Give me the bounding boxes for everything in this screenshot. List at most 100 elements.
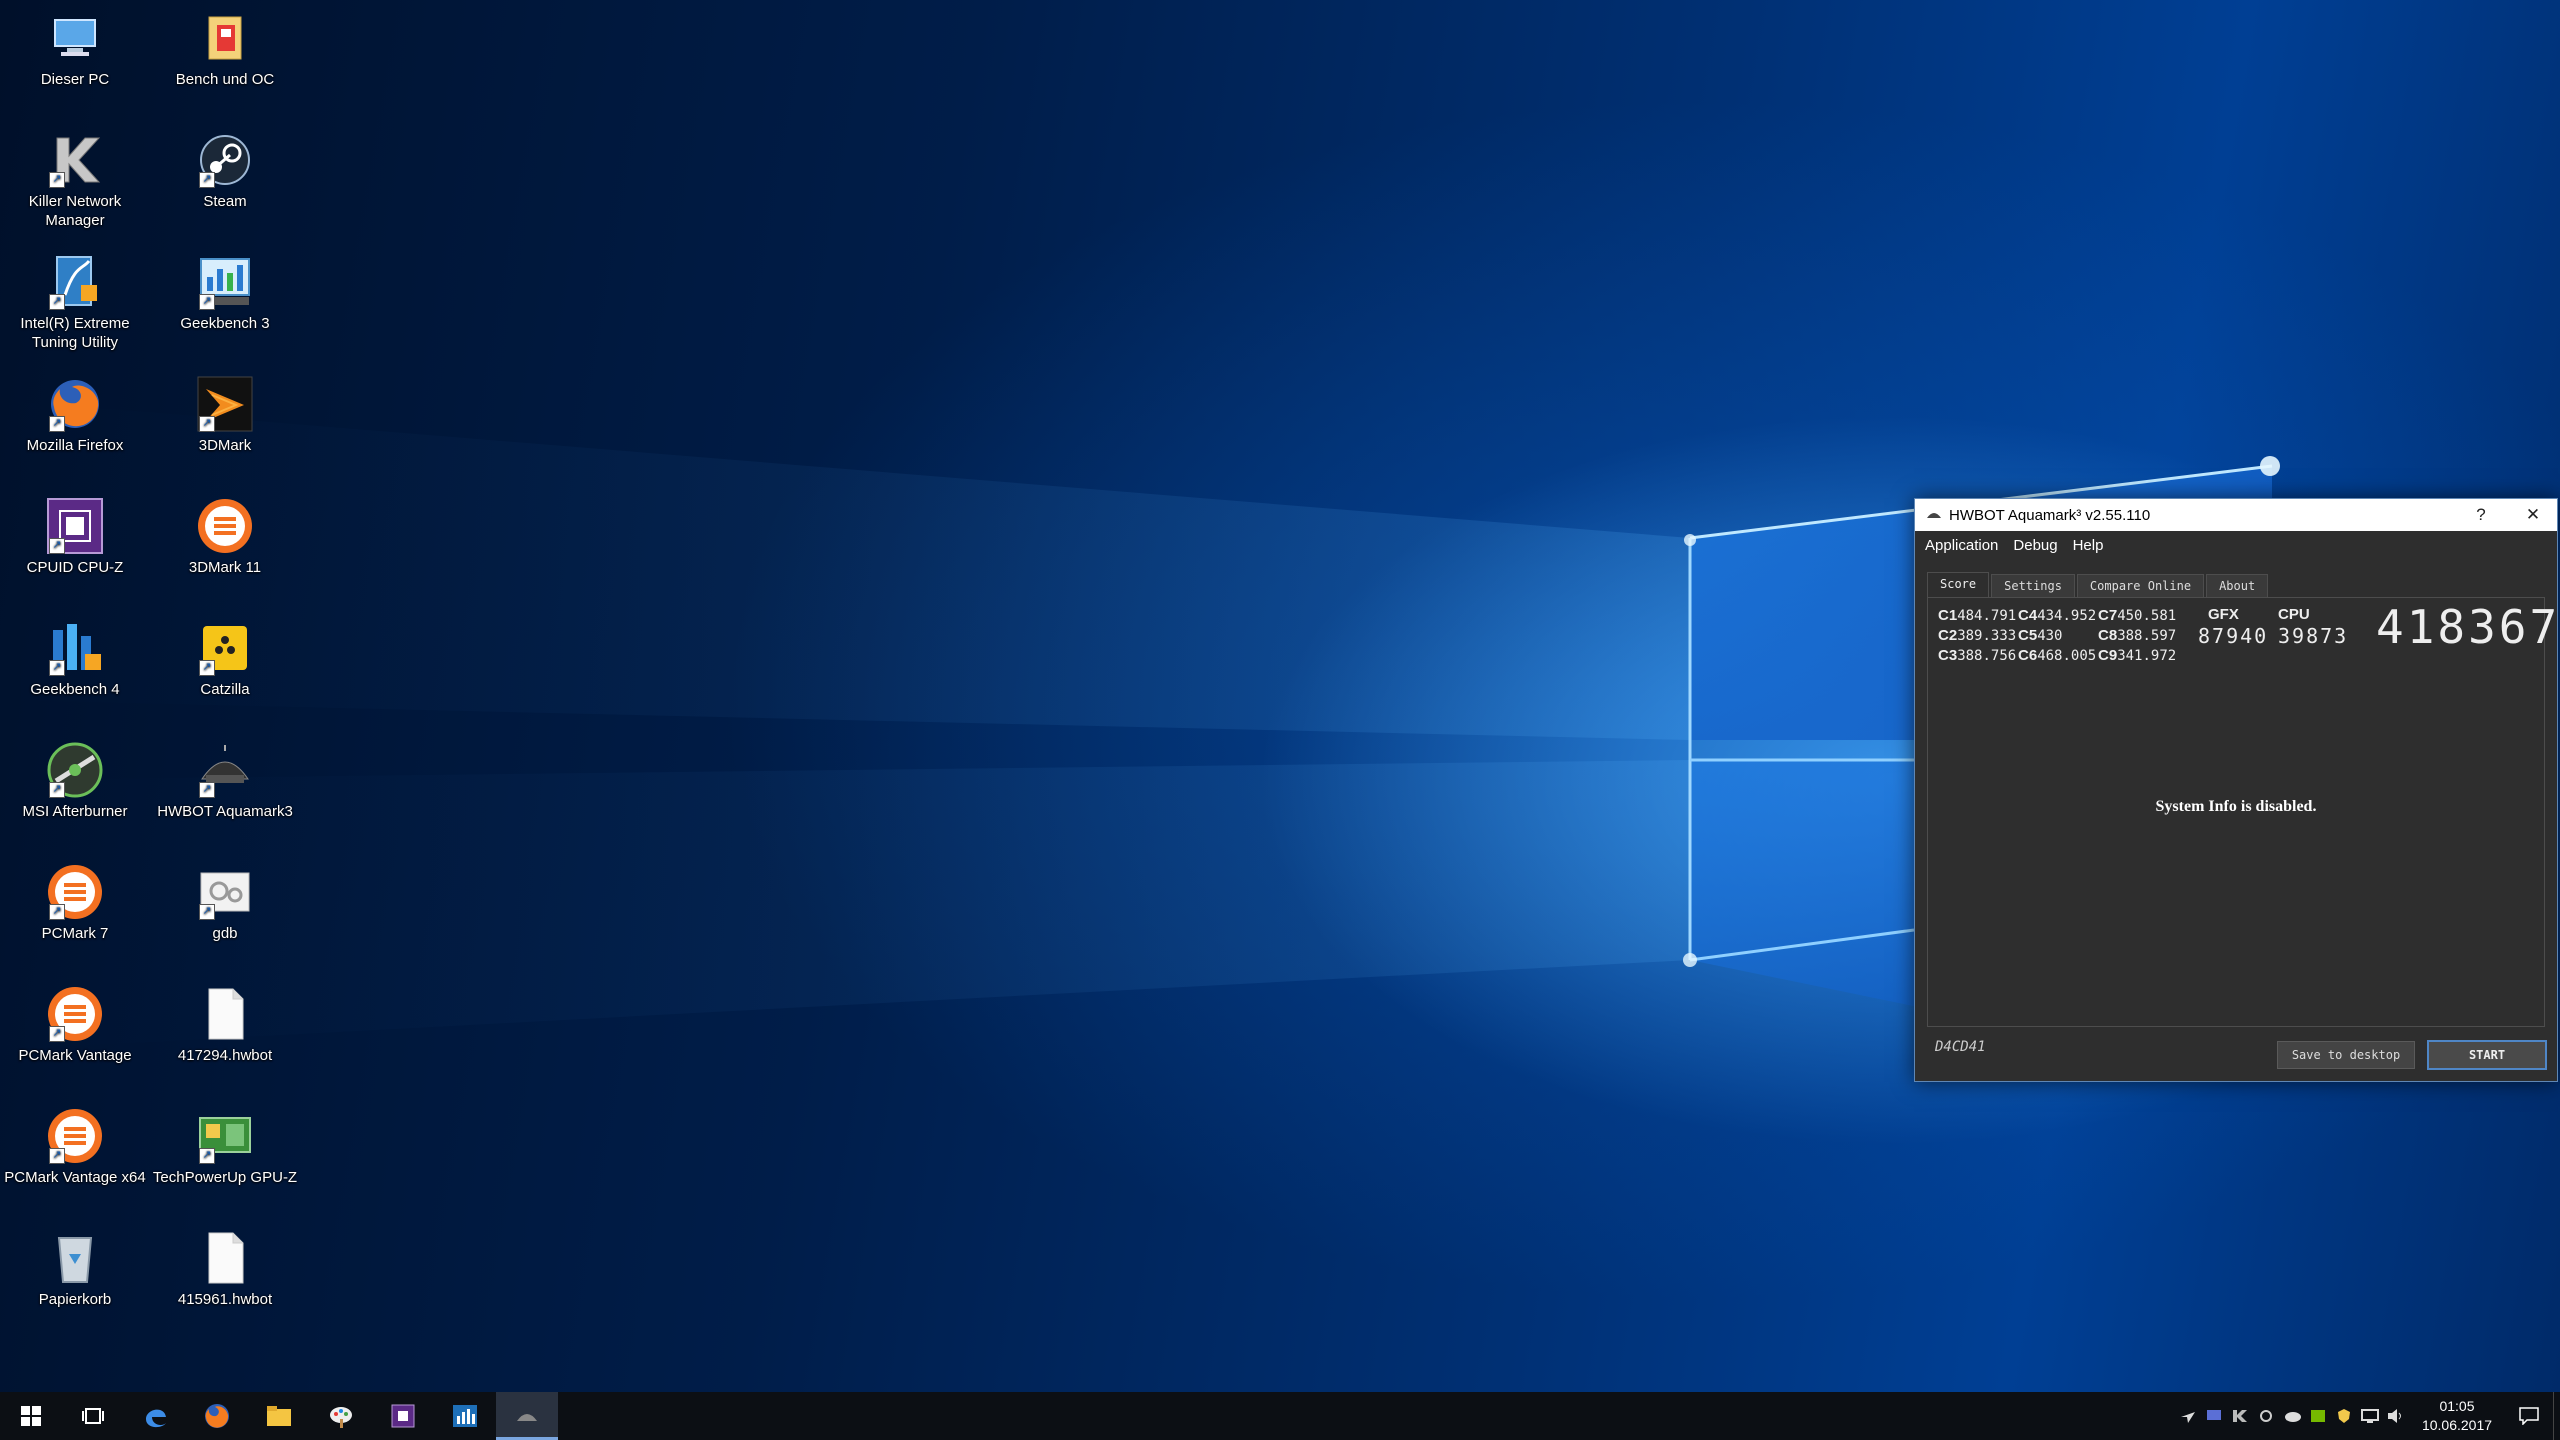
xtu-icon[interactable] [434, 1392, 496, 1440]
score-value: 434.952 [2037, 608, 2097, 624]
desktop-icon-pcmark-vantage[interactable]: ↗ PCMark Vantage [0, 984, 150, 1065]
nvidia-icon[interactable] [2305, 1392, 2331, 1440]
menu-help[interactable]: Help [2073, 537, 2104, 554]
score-label: C1 [1938, 607, 1958, 624]
score-value: 388.756 [1957, 648, 2017, 664]
score-column: C1484.791 C2389.333 C3388.756 [1938, 606, 2018, 666]
desktop-icon-intel-xtu[interactable]: ↗ Intel(R) Extreme Tuning Utility [0, 252, 150, 352]
desktop-icon-label: Papierkorb [38, 1291, 112, 1308]
tab-compare-online[interactable]: Compare Online [2076, 574, 2205, 597]
window-titlebar[interactable]: HWBOT Aquamark³ v2.55.110 ? ✕ [1915, 499, 2557, 531]
help-button[interactable]: ? [2457, 499, 2505, 531]
menu-debug[interactable]: Debug [2013, 537, 2057, 554]
desktop-icon-label: Geekbench 3 [180, 315, 270, 332]
desktop-icon-label: PCMark Vantage x64 [4, 1169, 146, 1186]
volume-icon[interactable] [2383, 1392, 2409, 1440]
desktop-icon-steam[interactable]: ↗ Steam [150, 130, 300, 211]
desktop-icon-gdb[interactable]: ↗ gdb [150, 862, 300, 943]
gfx-label: GFX [2208, 606, 2239, 623]
score-value: 389.333 [1957, 628, 2017, 644]
desktop-icon-pcmark-7[interactable]: ↗ PCMark 7 [0, 862, 150, 943]
airplane-icon[interactable] [2175, 1392, 2201, 1440]
desktop-icon-techpowerup-gpu-z[interactable]: ↗ TechPowerUp GPU-Z [150, 1106, 300, 1187]
killer-tray-icon[interactable] [2227, 1392, 2253, 1440]
network-icon[interactable] [2357, 1392, 2383, 1440]
3dmark11-icon [195, 496, 255, 556]
file-explorer-icon[interactable] [248, 1392, 310, 1440]
desktop-icon-label: gdb [212, 925, 238, 942]
score-panel: C1484.791 C2389.333 C3388.756 C4434.952 … [1927, 597, 2557, 1027]
tab-about[interactable]: About [2206, 574, 2269, 597]
desktop-icon-papierkorb[interactable]: Papierkorb [0, 1228, 150, 1309]
desktop-icon-label: Dieser PC [40, 71, 110, 88]
desktop-icon-415961-hwbot[interactable]: 415961.hwbot [150, 1228, 300, 1309]
tab-settings[interactable]: Settings [1991, 574, 2075, 597]
score-column: C4434.952 C5430 C6468.005 [2018, 606, 2098, 666]
desktop-icon-label: 3DMark 11 [188, 559, 262, 576]
close-button[interactable]: ✕ [2509, 499, 2557, 531]
tab-score[interactable]: Score [1927, 572, 1990, 597]
settings-tray-icon[interactable] [2253, 1392, 2279, 1440]
file-icon [195, 1228, 255, 1288]
desktop-icon-hwbot-aquamark3[interactable]: ↗ HWBOT Aquamark3 [150, 740, 300, 821]
desktop-icon-killer-network-manager[interactable]: ↗ Killer Network Manager [0, 130, 150, 230]
pcmark-icon: ↗ [45, 1106, 105, 1166]
firefox-icon[interactable] [186, 1392, 248, 1440]
cpu-value: 39873 [2278, 624, 2349, 648]
system-tray: 01:05 10.06.2017 [2175, 1392, 2560, 1440]
settings-file-icon: ↗ [195, 862, 255, 922]
desktop-icon-geekbench-3[interactable]: ↗ Geekbench 3 [150, 252, 300, 333]
desktop-icon-label: PCMark 7 [41, 925, 109, 942]
score-label: C6 [2018, 647, 2038, 664]
pcmark-icon: ↗ [45, 984, 105, 1044]
cpuz-icon[interactable] [372, 1392, 434, 1440]
file-icon [195, 984, 255, 1044]
desktop-icon-417294-hwbot[interactable]: 417294.hwbot [150, 984, 300, 1065]
tab-bar: Score Settings Compare Online About [1927, 572, 2270, 597]
steam-icon: ↗ [195, 130, 255, 190]
desktop-icon-pcmark-vantage-x64[interactable]: ↗ PCMark Vantage x64 [0, 1106, 150, 1187]
desktop-icon-bench-und-oc[interactable]: Bench und OC [150, 8, 300, 89]
aquamark-icon[interactable] [496, 1392, 558, 1440]
score-value: 484.791 [1957, 608, 2017, 624]
desktop-icon-cpuid-cpu-z[interactable]: ↗ CPUID CPU-Z [0, 496, 150, 577]
start-icon[interactable] [0, 1392, 62, 1440]
desktop-icon-catzilla[interactable]: ↗ Catzilla [150, 618, 300, 699]
aquamark-window[interactable]: HWBOT Aquamark³ v2.55.110 ? ✕ Applicatio… [1914, 498, 2558, 1082]
aquamark-icon: ↗ [195, 740, 255, 800]
monitor-app-icon[interactable] [2201, 1392, 2227, 1440]
menu-application[interactable]: Application [1925, 537, 1998, 554]
desktop-icon-msi-afterburner[interactable]: ↗ MSI Afterburner [0, 740, 150, 821]
paint-icon[interactable] [310, 1392, 372, 1440]
menu-bar: Application Debug Help [1915, 531, 2557, 559]
desktop-icon-label: MSI Afterburner [22, 803, 128, 820]
aquamark-icon [1923, 507, 1945, 524]
recycle-bin-icon [45, 1228, 105, 1288]
pcmark-icon: ↗ [45, 862, 105, 922]
intel-xtu-icon: ↗ [45, 252, 105, 312]
desktop-icon-label: Catzilla [200, 681, 250, 698]
start-button[interactable]: START [2427, 1040, 2547, 1070]
cpuz-icon: ↗ [45, 496, 105, 556]
action-center-icon[interactable] [2505, 1392, 2553, 1440]
desktop-icon-3dmark-11[interactable]: 3DMark 11 [150, 496, 300, 577]
task-view-icon[interactable] [62, 1392, 124, 1440]
desktop-icon-3dmark[interactable]: ↗ 3DMark [150, 374, 300, 455]
onedrive-icon[interactable] [2279, 1392, 2305, 1440]
desktop-icon-mozilla-firefox[interactable]: ↗ Mozilla Firefox [0, 374, 150, 455]
desktop-icon-geekbench-4[interactable]: ↗ Geekbench 4 [0, 618, 150, 699]
folder-icon [195, 8, 255, 68]
taskbar-clock[interactable]: 01:05 10.06.2017 [2409, 1397, 2505, 1435]
show-desktop-button[interactable] [2553, 1392, 2560, 1440]
security-icon[interactable] [2331, 1392, 2357, 1440]
score-value: 388.597 [2117, 628, 2177, 644]
afterburner-icon: ↗ [45, 740, 105, 800]
catzilla-icon: ↗ [195, 618, 255, 678]
save-to-desktop-button[interactable]: Save to desktop [2277, 1041, 2415, 1069]
desktop-icon-dieser-pc[interactable]: Dieser PC [0, 8, 150, 89]
score-label: C9 [2098, 647, 2118, 664]
desktop-icon-label: CPUID CPU-Z [26, 559, 124, 576]
result-code: D4CD41 [1935, 1039, 1986, 1055]
clock-time: 01:05 [2439, 1398, 2475, 1414]
edge-icon[interactable] [124, 1392, 186, 1440]
